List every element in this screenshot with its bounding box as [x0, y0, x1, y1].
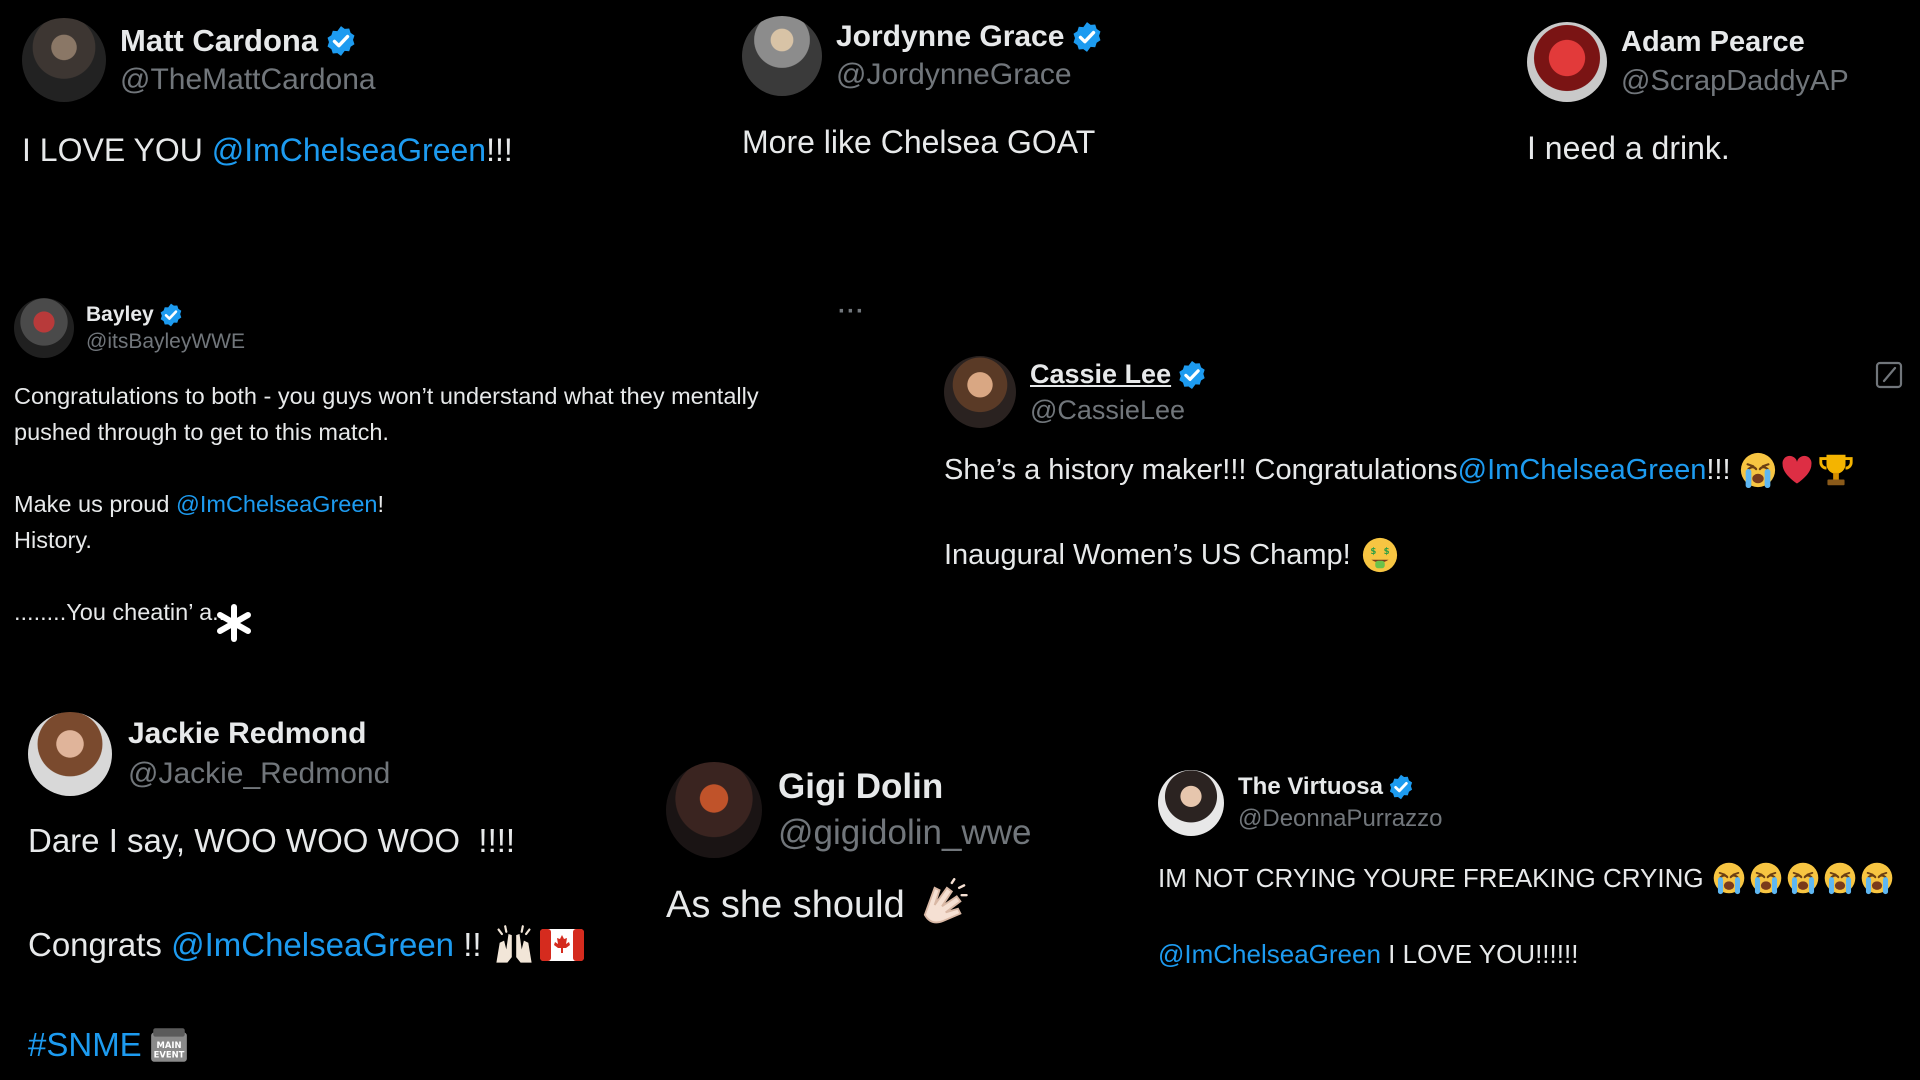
tweet-the-virtuosa: The Virtuosa @DeonnaPurrazzo IM NOT CRYI…	[1158, 770, 1918, 974]
display-name[interactable]: Jordynne Grace	[836, 20, 1064, 54]
crying-face-icon	[1739, 451, 1777, 489]
user-handle[interactable]: @itsBayleyWWE	[86, 330, 245, 354]
main-event-badge-icon	[148, 1024, 190, 1066]
tweet-text: As she should	[666, 878, 1031, 932]
user-handle[interactable]: @gigidolin_wwe	[778, 813, 1031, 853]
tweet-text: I LOVE YOU @ImChelseaGreen!!!	[22, 132, 513, 168]
avatar[interactable]	[28, 712, 112, 796]
display-name[interactable]: Cassie Lee	[1030, 359, 1171, 390]
tweet-cassie-lee: Cassie Lee @CassieLee She’s a history ma…	[944, 356, 1914, 577]
tweet-gigi-dolin: Gigi Dolin @gigidolin_wwe As she should	[666, 762, 1031, 932]
tweet-text: More like Chelsea GOAT	[742, 124, 1096, 160]
clapping-hands-icon	[915, 878, 969, 932]
tweet-header: Bayley @itsBayleyWWE	[14, 298, 864, 358]
red-heart-icon	[1779, 452, 1815, 488]
mention-link[interactable]: @ImChelseaGreen	[176, 491, 378, 517]
avatar[interactable]	[666, 762, 762, 858]
display-name[interactable]: Bayley	[86, 303, 154, 327]
user-handle[interactable]: @CassieLee	[1030, 395, 1208, 426]
avatar[interactable]	[742, 16, 822, 96]
verified-badge-icon	[324, 24, 358, 58]
canada-flag-icon	[540, 929, 584, 961]
avatar[interactable]	[1158, 770, 1224, 836]
compose-icon[interactable]	[1874, 360, 1904, 390]
tweet-header: Cassie Lee @CassieLee	[944, 356, 1914, 428]
tweet-jackie-redmond: Jackie Redmond @Jackie_Redmond Dare I sa…	[28, 712, 648, 1068]
raising-hands-icon	[492, 923, 536, 967]
mention-link[interactable]: @ImChelseaGreen	[1158, 939, 1381, 970]
tweet-header: Matt Cardona @TheMattCardona	[22, 18, 513, 102]
crying-face-icon	[1712, 861, 1746, 895]
user-handle[interactable]: @ScrapDaddyAP	[1621, 65, 1849, 98]
tweet-matt-cardona: Matt Cardona @TheMattCardona I LOVE YOU …	[22, 18, 513, 169]
mention-link[interactable]: @ImChelseaGreen	[1458, 454, 1707, 487]
verified-badge-icon	[1176, 359, 1208, 391]
loading-cursor-icon	[217, 604, 251, 642]
crying-face-icon	[1749, 861, 1783, 895]
verified-badge-icon	[1387, 773, 1415, 801]
display-name[interactable]: Gigi Dolin	[778, 767, 1031, 807]
crying-face-icon	[1860, 861, 1894, 895]
tweet-text: Congratulations to both - you guys won’t…	[14, 383, 759, 625]
tweet-bayley: Bayley @itsBayleyWWE ··· Congratulations…	[14, 298, 864, 630]
tweet-text: IM NOT CRYING YOURE FREAKING CRYING @ImC…	[1158, 858, 1918, 974]
user-handle[interactable]: @Jackie_Redmond	[128, 757, 390, 791]
tweet-text: I need a drink.	[1527, 130, 1730, 166]
tweet-header: The Virtuosa @DeonnaPurrazzo	[1158, 770, 1918, 836]
tweet-header: Gigi Dolin @gigidolin_wwe	[666, 762, 1031, 858]
tweet-adam-pearce: Adam Pearce @ScrapDaddyAP I need a drink…	[1527, 22, 1849, 167]
display-name[interactable]: The Virtuosa	[1238, 773, 1383, 801]
tweet-text: Dare I say, WOO WOO WOO !!!! Congrats @I…	[28, 822, 648, 1068]
crying-face-icon	[1823, 861, 1857, 895]
money-mouth-face-icon	[1361, 536, 1399, 574]
hashtag-link[interactable]: #SNME	[28, 1026, 142, 1064]
tweet-jordynne-grace: Jordynne Grace @JordynneGrace More like …	[742, 16, 1104, 161]
verified-badge-icon	[1070, 20, 1104, 54]
user-handle[interactable]: @DeonnaPurrazzo	[1238, 805, 1442, 833]
display-name[interactable]: Matt Cardona	[120, 23, 318, 59]
trophy-icon	[1817, 451, 1855, 489]
mention-link[interactable]: @ImChelseaGreen	[171, 926, 454, 964]
crying-face-icon	[1786, 861, 1820, 895]
display-name[interactable]: Jackie Redmond	[128, 717, 390, 751]
more-options-button[interactable]: ···	[838, 298, 865, 326]
display-name[interactable]: Adam Pearce	[1621, 26, 1849, 59]
tweet-header: Jackie Redmond @Jackie_Redmond	[28, 712, 648, 796]
tweet-header: Adam Pearce @ScrapDaddyAP	[1527, 22, 1849, 102]
mention-link[interactable]: @ImChelseaGreen	[212, 132, 486, 168]
user-handle[interactable]: @TheMattCardona	[120, 63, 376, 97]
avatar[interactable]	[944, 356, 1016, 428]
avatar[interactable]	[14, 298, 74, 358]
verified-badge-icon	[158, 302, 184, 328]
tweet-header: Jordynne Grace @JordynneGrace	[742, 16, 1104, 96]
avatar[interactable]	[22, 18, 106, 102]
avatar[interactable]	[1527, 22, 1607, 102]
tweet-text: She’s a history maker!!! Congratulations…	[944, 448, 1914, 577]
user-handle[interactable]: @JordynneGrace	[836, 58, 1104, 92]
